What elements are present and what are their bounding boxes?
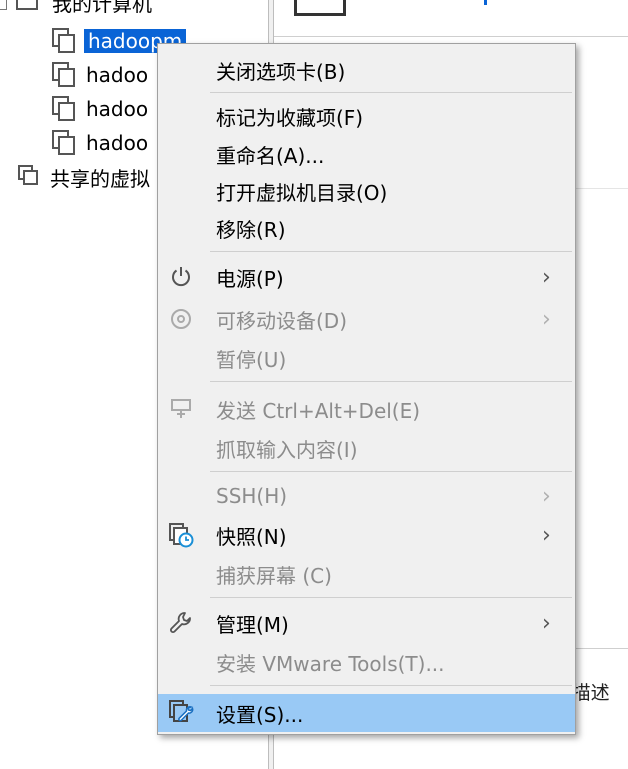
menu-item-pause[interactable]: 暂停(U) bbox=[158, 340, 575, 376]
menu-separator bbox=[210, 92, 572, 93]
tree-item-label: hadoo bbox=[86, 131, 149, 155]
menu-item-install-vmware-tools[interactable]: 安装 VMware Tools(T)... bbox=[158, 644, 575, 680]
menu-item-send-ctrl-alt-del[interactable]: 发送 Ctrl+Alt+Del(E) bbox=[158, 391, 575, 427]
keyboard-send-icon bbox=[166, 394, 196, 424]
snapshot-clock-icon bbox=[166, 520, 196, 550]
menu-item-ssh[interactable]: SSH(H) › bbox=[158, 478, 575, 514]
menu-item-label: 安装 VMware Tools(T)... bbox=[216, 651, 445, 676]
menu-item-close-tab[interactable]: 关闭选项卡(B) bbox=[158, 52, 575, 88]
menu-item-label: 重命名(A)... bbox=[216, 143, 325, 168]
power-icon bbox=[166, 262, 196, 292]
divider bbox=[274, 36, 628, 37]
menu-item-snapshot[interactable]: 快照(N) › bbox=[158, 517, 575, 553]
vm-icon bbox=[52, 62, 78, 88]
context-menu: 关闭选项卡(B) 标记为收藏项(F) 重命名(A)... 打开虚拟机目录(O) … bbox=[157, 43, 576, 735]
tree-item-vm[interactable]: hadoo bbox=[52, 60, 148, 90]
vm-icon bbox=[52, 28, 78, 54]
menu-item-mark-favorite[interactable]: 标记为收藏项(F) bbox=[158, 98, 575, 134]
submenu-arrow-icon: › bbox=[542, 610, 551, 636]
menu-item-label: 可移动设备(D) bbox=[216, 308, 348, 333]
menu-item-label: 打开虚拟机目录(O) bbox=[216, 180, 388, 205]
tree-item-vm[interactable]: hadoo bbox=[52, 128, 148, 158]
disc-icon bbox=[166, 304, 196, 334]
submenu-arrow-icon: › bbox=[542, 522, 551, 548]
menu-item-label: 抓取输入内容(I) bbox=[216, 437, 358, 462]
tree-item-label: hadoo bbox=[86, 63, 149, 87]
menu-item-capture-screen[interactable]: 捕获屏幕 (C) bbox=[158, 556, 575, 592]
menu-item-label: 电源(P) bbox=[216, 266, 284, 291]
menu-item-label: 发送 Ctrl+Alt+Del(E) bbox=[216, 398, 421, 423]
submenu-arrow-icon: › bbox=[542, 483, 551, 509]
menu-item-open-vm-directory[interactable]: 打开虚拟机目录(O) bbox=[158, 173, 575, 209]
menu-separator bbox=[210, 381, 572, 382]
menu-separator bbox=[210, 685, 572, 686]
submenu-arrow-icon: › bbox=[542, 306, 551, 332]
expand-toggle-icon[interactable] bbox=[0, 0, 7, 10]
menu-item-label: 快照(N) bbox=[216, 524, 287, 549]
wrench-icon bbox=[166, 608, 196, 638]
tree-root-label: 我的计算机 bbox=[52, 0, 152, 16]
menu-item-grab-input[interactable]: 抓取输入内容(I) bbox=[158, 430, 575, 466]
menu-item-label: 暂停(U) bbox=[216, 347, 287, 372]
menu-separator bbox=[210, 597, 572, 598]
menu-item-power[interactable]: 电源(P) › bbox=[158, 259, 575, 295]
settings-vm-icon bbox=[166, 697, 196, 727]
tree-item-label: 共享的虚拟 bbox=[50, 166, 150, 191]
tree-item-label: hadoo bbox=[86, 97, 149, 121]
menu-separator bbox=[210, 471, 572, 472]
menu-item-label: 移除(R) bbox=[216, 217, 286, 242]
menu-item-label: 标记为收藏项(F) bbox=[216, 105, 364, 130]
menu-item-label: 设置(S)... bbox=[216, 702, 304, 727]
menu-item-label: 捕获屏幕 (C) bbox=[216, 563, 332, 588]
menu-item-removable-devices[interactable]: 可移动设备(D) › bbox=[158, 301, 575, 337]
menu-item-rename[interactable]: 重命名(A)... bbox=[158, 136, 575, 172]
menu-item-label: SSH(H) bbox=[216, 484, 288, 508]
menu-item-label: 管理(M) bbox=[216, 612, 289, 637]
tree-item-shared[interactable]: 共享的虚拟 bbox=[18, 162, 150, 192]
menu-item-settings[interactable]: 设置(S)... bbox=[158, 694, 575, 732]
vm-icon bbox=[52, 130, 78, 156]
submenu-arrow-icon: › bbox=[542, 264, 551, 290]
tree-item-vm[interactable]: hadoo bbox=[52, 94, 148, 124]
computer-icon bbox=[16, 0, 38, 10]
shared-vms-icon bbox=[18, 165, 42, 189]
tree-root-row[interactable]: 我的计算机 bbox=[0, 0, 268, 18]
vm-icon bbox=[52, 96, 78, 122]
link-fragment[interactable] bbox=[484, 0, 487, 5]
menu-item-remove[interactable]: 移除(R) bbox=[158, 210, 575, 246]
menu-separator bbox=[210, 251, 572, 252]
vm-thumbnail bbox=[294, 0, 346, 16]
menu-item-manage[interactable]: 管理(M) › bbox=[158, 605, 575, 641]
menu-item-label: 关闭选项卡(B) bbox=[216, 59, 346, 84]
